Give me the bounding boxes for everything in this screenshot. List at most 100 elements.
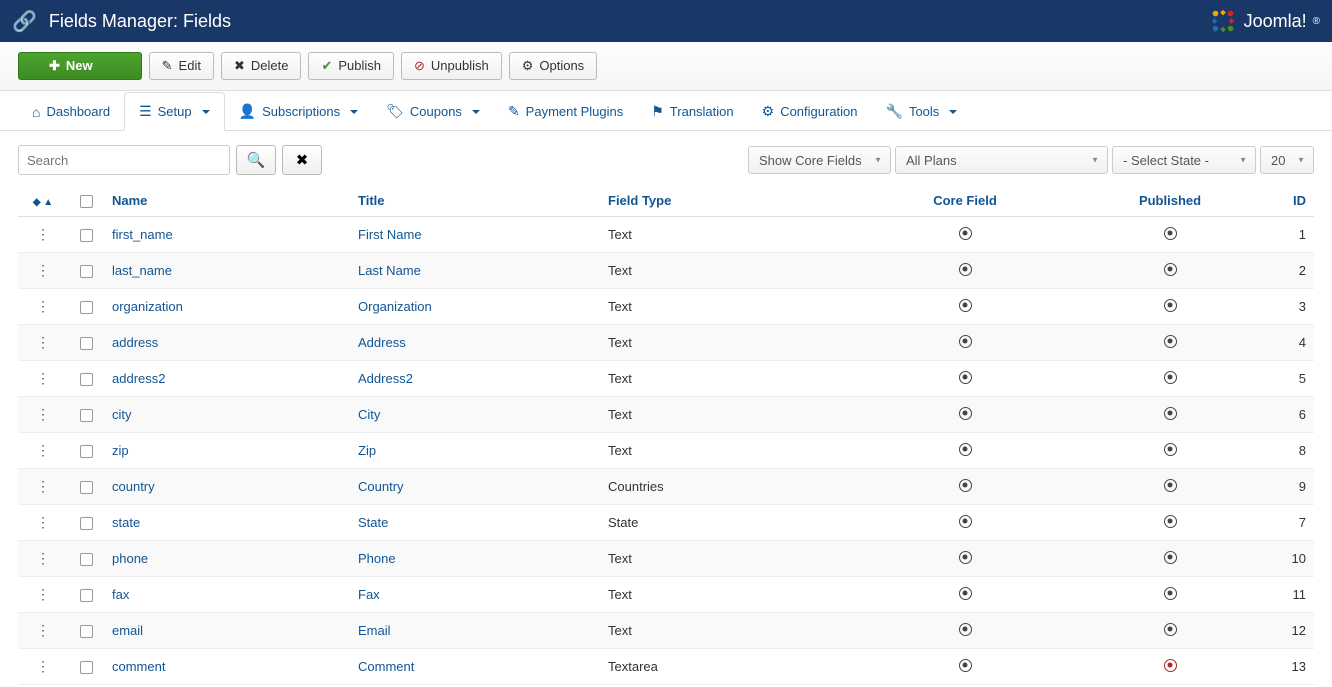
field-title-link[interactable]: First Name xyxy=(358,227,422,242)
nav-dashboard[interactable]: ⌂Dashboard xyxy=(18,94,124,130)
drag-handle-icon[interactable]: ⋮ xyxy=(36,262,50,278)
drag-handle-icon[interactable]: ⋮ xyxy=(36,334,50,350)
core-field-status-icon[interactable] xyxy=(959,335,972,348)
field-title-link[interactable]: Comment xyxy=(358,659,414,674)
row-checkbox[interactable] xyxy=(80,229,93,242)
filter-plans[interactable]: All Plans xyxy=(895,146,1108,174)
row-checkbox[interactable] xyxy=(80,337,93,350)
row-checkbox[interactable] xyxy=(80,265,93,278)
published-status-icon[interactable] xyxy=(1164,551,1177,564)
filter-limit[interactable]: 20 xyxy=(1260,146,1314,174)
row-checkbox[interactable] xyxy=(80,517,93,530)
field-title-link[interactable]: City xyxy=(358,407,380,422)
drag-handle-icon[interactable]: ⋮ xyxy=(36,442,50,458)
row-checkbox[interactable] xyxy=(80,553,93,566)
search-input[interactable] xyxy=(18,145,230,175)
field-title-link[interactable]: Zip xyxy=(358,443,376,458)
published-status-icon[interactable] xyxy=(1164,479,1177,492)
drag-handle-icon[interactable]: ⋮ xyxy=(36,370,50,386)
published-status-icon[interactable] xyxy=(1164,227,1177,240)
core-field-status-icon[interactable] xyxy=(959,587,972,600)
col-published[interactable]: Published xyxy=(1070,185,1270,217)
core-field-status-icon[interactable] xyxy=(959,479,972,492)
core-field-status-icon[interactable] xyxy=(959,227,972,240)
published-status-icon[interactable] xyxy=(1164,443,1177,456)
field-title-link[interactable]: Country xyxy=(358,479,404,494)
nav-setup[interactable]: ☰Setup xyxy=(124,92,225,131)
field-name-link[interactable]: last_name xyxy=(112,263,172,278)
field-title-link[interactable]: State xyxy=(358,515,388,530)
field-title-link[interactable]: Address2 xyxy=(358,371,413,386)
published-status-icon[interactable] xyxy=(1164,587,1177,600)
row-checkbox[interactable] xyxy=(80,409,93,422)
nav-translation[interactable]: ⚑Translation xyxy=(637,93,747,130)
core-field-status-icon[interactable] xyxy=(959,263,972,276)
row-checkbox[interactable] xyxy=(80,301,93,314)
field-name-link[interactable]: country xyxy=(112,479,155,494)
unpublish-button[interactable]: ⊘Unpublish xyxy=(401,52,502,80)
row-checkbox[interactable] xyxy=(80,373,93,386)
drag-handle-icon[interactable]: ⋮ xyxy=(36,478,50,494)
row-checkbox[interactable] xyxy=(80,589,93,602)
field-title-link[interactable]: Last Name xyxy=(358,263,421,278)
nav-configuration[interactable]: ⚙Configuration xyxy=(748,93,872,130)
core-field-status-icon[interactable] xyxy=(959,659,972,672)
drag-handle-icon[interactable]: ⋮ xyxy=(36,622,50,638)
field-name-link[interactable]: address xyxy=(112,335,158,350)
drag-handle-icon[interactable]: ⋮ xyxy=(36,550,50,566)
core-field-status-icon[interactable] xyxy=(959,371,972,384)
col-id[interactable]: ID xyxy=(1270,185,1314,217)
filter-state[interactable]: - Select State - xyxy=(1112,146,1256,174)
core-field-status-icon[interactable] xyxy=(959,551,972,564)
field-name-link[interactable]: email xyxy=(112,623,143,638)
published-status-icon[interactable] xyxy=(1164,659,1177,672)
field-name-link[interactable]: organization xyxy=(112,299,183,314)
field-title-link[interactable]: Address xyxy=(358,335,406,350)
col-name[interactable]: Name xyxy=(104,185,350,217)
core-field-status-icon[interactable] xyxy=(959,515,972,528)
clear-search-button[interactable]: ✖ xyxy=(282,145,322,175)
drag-handle-icon[interactable]: ⋮ xyxy=(36,406,50,422)
search-button[interactable]: 🔍 xyxy=(236,145,276,175)
options-button[interactable]: ⚙Options xyxy=(509,52,597,80)
drag-handle-icon[interactable]: ⋮ xyxy=(36,298,50,314)
field-title-link[interactable]: Organization xyxy=(358,299,432,314)
row-checkbox[interactable] xyxy=(80,661,93,674)
delete-button[interactable]: ✖Delete xyxy=(221,52,301,80)
core-field-status-icon[interactable] xyxy=(959,407,972,420)
col-check-all[interactable] xyxy=(68,185,104,217)
core-field-status-icon[interactable] xyxy=(959,299,972,312)
field-name-link[interactable]: city xyxy=(112,407,132,422)
drag-handle-icon[interactable]: ⋮ xyxy=(36,514,50,530)
filter-core-fields[interactable]: Show Core Fields xyxy=(748,146,891,174)
row-checkbox[interactable] xyxy=(80,445,93,458)
published-status-icon[interactable] xyxy=(1164,335,1177,348)
core-field-status-icon[interactable] xyxy=(959,443,972,456)
drag-handle-icon[interactable]: ⋮ xyxy=(36,226,50,242)
drag-handle-icon[interactable]: ⋮ xyxy=(36,658,50,674)
nav-tools[interactable]: 🔧Tools xyxy=(872,93,972,130)
drag-handle-icon[interactable]: ⋮ xyxy=(36,586,50,602)
nav-coupons[interactable]: 🏷Coupons xyxy=(372,93,494,130)
field-name-link[interactable]: address2 xyxy=(112,371,165,386)
field-name-link[interactable]: phone xyxy=(112,551,148,566)
published-status-icon[interactable] xyxy=(1164,371,1177,384)
field-name-link[interactable]: zip xyxy=(112,443,129,458)
publish-button[interactable]: ✔Publish xyxy=(308,52,394,80)
row-checkbox[interactable] xyxy=(80,481,93,494)
field-name-link[interactable]: comment xyxy=(112,659,165,674)
published-status-icon[interactable] xyxy=(1164,623,1177,636)
published-status-icon[interactable] xyxy=(1164,299,1177,312)
field-name-link[interactable]: fax xyxy=(112,587,129,602)
published-status-icon[interactable] xyxy=(1164,263,1177,276)
col-field-type[interactable]: Field Type xyxy=(600,185,860,217)
field-name-link[interactable]: first_name xyxy=(112,227,173,242)
row-checkbox[interactable] xyxy=(80,625,93,638)
edit-button[interactable]: ✎Edit xyxy=(149,52,214,80)
published-status-icon[interactable] xyxy=(1164,515,1177,528)
field-title-link[interactable]: Email xyxy=(358,623,391,638)
core-field-status-icon[interactable] xyxy=(959,623,972,636)
field-title-link[interactable]: Phone xyxy=(358,551,396,566)
col-title[interactable]: Title xyxy=(350,185,600,217)
nav-payment-plugins[interactable]: ✎Payment Plugins xyxy=(494,93,637,130)
